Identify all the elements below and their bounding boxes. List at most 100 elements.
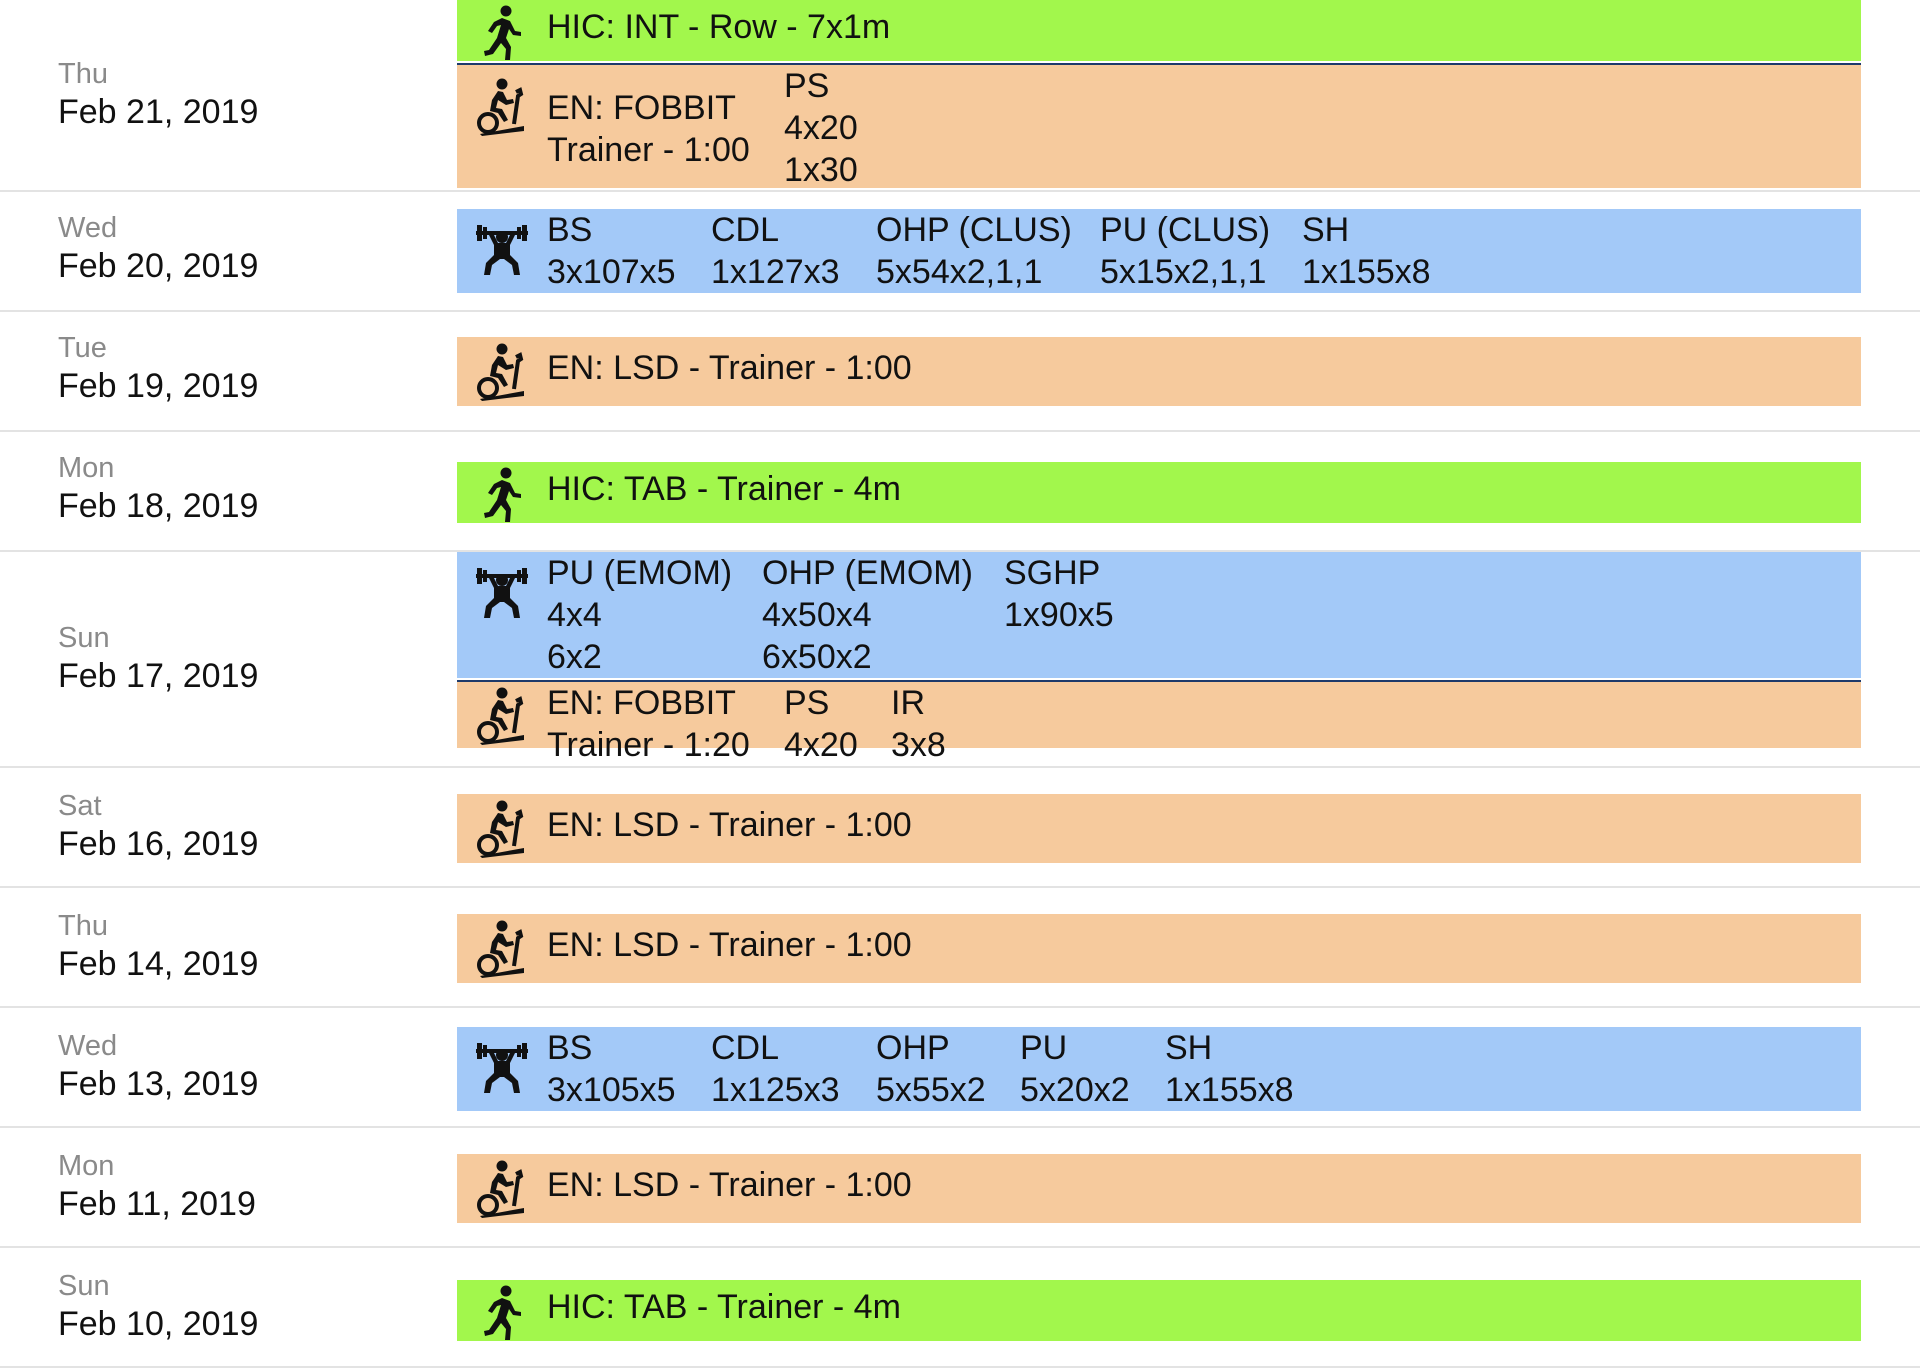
workout-block-green[interactable]: HIC: TAB - Trainer - 4m — [457, 462, 1861, 523]
exercise-sets: 1x90x5 — [1004, 596, 1114, 634]
day-of-week: Wed — [58, 1030, 118, 1062]
day-date: Wed Feb 13, 2019 — [58, 1028, 258, 1104]
workout-block-orange[interactable]: EN: FOBBIT Trainer - 1:20 PS 4x20 IR 3x8 — [457, 680, 1861, 764]
day-of-week: Tue — [58, 332, 107, 364]
day-date: Thu Feb 21, 2019 — [58, 56, 258, 132]
day-of-week: Thu — [58, 910, 108, 942]
workout-summary: EN: LSD - Trainer - 1:00 — [547, 1166, 912, 1204]
exercise-sets: 5x55x2 — [876, 1071, 986, 1109]
day-of-week: Sun — [58, 1270, 110, 1302]
workout-summary: EN: LSD - Trainer - 1:00 — [547, 349, 912, 387]
exercise-name: CDL — [711, 1029, 780, 1067]
day-row[interactable]: Mon Feb 18, 2019 HIC: TAB - Trainer - 4m — [0, 432, 1920, 552]
exercise-name: OHP (CLUS) — [876, 211, 1072, 249]
exercise-sets: 4x20 — [784, 109, 858, 147]
day-of-week: Thu — [58, 58, 108, 90]
exercise-sets: 1x30 — [784, 151, 858, 189]
date-label: Feb 17, 2019 — [58, 657, 259, 695]
exercise-sets: 3x107x5 — [547, 253, 676, 291]
exercise-column: PU (CLUS) 5x15x2,1,1 — [1100, 209, 1270, 293]
exercise-column: CDL 1x127x3 — [711, 209, 840, 293]
day-row[interactable]: Wed Feb 20, 2019 BS 3x107x5 CDL 1x127x3 OHP (C… — [0, 192, 1920, 312]
exercise-bike-icon — [457, 683, 547, 749]
exercise-name: BS — [547, 211, 593, 249]
exercise-name: SH — [1165, 1029, 1213, 1067]
runner-icon — [457, 0, 547, 66]
workout-block-blue[interactable]: BS 3x107x5 CDL 1x127x3 OHP (CLUS) 5x54x2,1,1 P… — [457, 209, 1861, 293]
date-label: Feb 20, 2019 — [58, 247, 259, 285]
weightlifter-icon — [457, 1036, 547, 1102]
exercise-column: PS 4x20 — [784, 682, 858, 766]
exercise-column: BS 3x107x5 — [547, 209, 676, 293]
weightlifter-icon — [457, 561, 547, 627]
exercise-sets: Trainer - 1:00 — [547, 131, 750, 169]
date-label: Feb 14, 2019 — [58, 945, 259, 983]
exercise-sets: 6x2 — [547, 638, 602, 676]
exercise-name: PS — [784, 67, 830, 105]
exercise-column: IR 3x8 — [891, 682, 946, 766]
day-row[interactable]: Mon Feb 11, 2019 EN: LSD - Trainer - 1:00 — [0, 1128, 1920, 1248]
exercise-column: OHP (CLUS) 5x54x2,1,1 — [876, 209, 1072, 293]
day-row[interactable]: Wed Feb 13, 2019 BS 3x105x5 CDL 1x125x3 OHP 5x5… — [0, 1008, 1920, 1128]
exercise-name: IR — [891, 684, 925, 722]
day-date: Wed Feb 20, 2019 — [58, 210, 258, 286]
date-label: Feb 18, 2019 — [58, 487, 259, 525]
date-label: Feb 10, 2019 — [58, 1305, 259, 1343]
day-date: Mon Feb 11, 2019 — [58, 1148, 256, 1224]
exercise-bike-icon — [457, 1156, 547, 1222]
exercise-bike-icon — [457, 339, 547, 405]
exercise-column: SGHP 1x90x5 — [1004, 552, 1114, 636]
exercise-name: PS — [784, 684, 830, 722]
exercise-sets: 1x155x8 — [1165, 1071, 1294, 1109]
runner-icon — [457, 1280, 547, 1346]
exercise-column: SH 1x155x8 — [1165, 1027, 1294, 1111]
exercise-sets: 5x54x2,1,1 — [876, 253, 1043, 291]
exercise-name: EN: FOBBIT — [547, 684, 736, 722]
day-of-week: Sun — [58, 622, 110, 654]
day-of-week: Wed — [58, 212, 118, 244]
workout-block-orange[interactable]: EN: FOBBIT Trainer - 1:00 PS 4x20 1x30 — [457, 63, 1861, 189]
exercise-column: PU (EMOM) 4x4 6x2 — [547, 552, 732, 678]
day-row[interactable]: Sun Feb 17, 2019 PU (EMOM) 4x4 6x2 OHP (EMOM)… — [0, 552, 1920, 768]
exercise-name: PU (CLUS) — [1100, 211, 1271, 249]
exercise-column: OHP 5x55x2 — [876, 1027, 986, 1111]
workout-block-green[interactable]: HIC: INT - Row - 7x1m — [457, 0, 1861, 61]
exercise-column: SH 1x155x8 — [1302, 209, 1431, 293]
day-row[interactable]: Sat Feb 16, 2019 EN: LSD - Trainer - 1:00 — [0, 768, 1920, 888]
workout-block-orange[interactable]: EN: LSD - Trainer - 1:00 — [457, 1154, 1861, 1223]
exercise-sets: 1x125x3 — [711, 1071, 840, 1109]
workout-summary: HIC: TAB - Trainer - 4m — [547, 1288, 901, 1326]
exercise-sets: 6x50x2 — [762, 638, 872, 676]
exercise-column: OHP (EMOM) 4x50x4 6x50x2 — [762, 552, 973, 678]
exercise-name: EN: FOBBIT — [547, 89, 736, 127]
day-of-week: Mon — [58, 1150, 115, 1182]
day-row[interactable]: Tue Feb 19, 2019 EN: LSD - Trainer - 1:00 — [0, 312, 1920, 432]
workout-block-orange[interactable]: EN: LSD - Trainer - 1:00 — [457, 914, 1861, 983]
date-label: Feb 19, 2019 — [58, 367, 259, 405]
day-date: Sun Feb 10, 2019 — [58, 1268, 258, 1344]
exercise-sets: 5x20x2 — [1020, 1071, 1130, 1109]
day-row[interactable]: Thu Feb 14, 2019 EN: LSD - Trainer - 1:00 — [0, 888, 1920, 1008]
date-label: Feb 16, 2019 — [58, 825, 259, 863]
exercise-sets: 5x15x2,1,1 — [1100, 253, 1267, 291]
exercise-name: OHP — [876, 1029, 950, 1067]
workout-block-green[interactable]: HIC: TAB - Trainer - 4m — [457, 1280, 1861, 1341]
day-date: Tue Feb 19, 2019 — [58, 330, 258, 406]
workout-block-blue[interactable]: BS 3x105x5 CDL 1x125x3 OHP 5x55x2 PU 5x20x2 SH 1x… — [457, 1027, 1861, 1111]
day-row[interactable]: Thu Feb 21, 2019 HIC: INT - Row - 7x1m EN: … — [0, 0, 1920, 192]
day-date: Sat Feb 16, 2019 — [58, 788, 258, 864]
workout-block-orange[interactable]: EN: LSD - Trainer - 1:00 — [457, 794, 1861, 863]
exercise-column: CDL 1x125x3 — [711, 1027, 840, 1111]
exercise-bike-icon — [457, 796, 547, 862]
workout-block-orange[interactable]: EN: LSD - Trainer - 1:00 — [457, 337, 1861, 406]
exercise-column: PU 5x20x2 — [1020, 1027, 1130, 1111]
exercise-name: BS — [547, 1029, 593, 1067]
workout-summary: EN: LSD - Trainer - 1:00 — [547, 926, 912, 964]
exercise-sets: 3x105x5 — [547, 1071, 676, 1109]
exercise-sets: 4x50x4 — [762, 596, 872, 634]
exercise-name: PU (EMOM) — [547, 554, 733, 592]
exercise-bike-icon — [457, 916, 547, 982]
day-row[interactable]: Sun Feb 10, 2019 HIC: TAB - Trainer - 4m — [0, 1248, 1920, 1368]
exercise-name: SH — [1302, 211, 1350, 249]
workout-block-blue[interactable]: PU (EMOM) 4x4 6x2 OHP (EMOM) 4x50x4 6x50x2 SGH… — [457, 552, 1861, 678]
